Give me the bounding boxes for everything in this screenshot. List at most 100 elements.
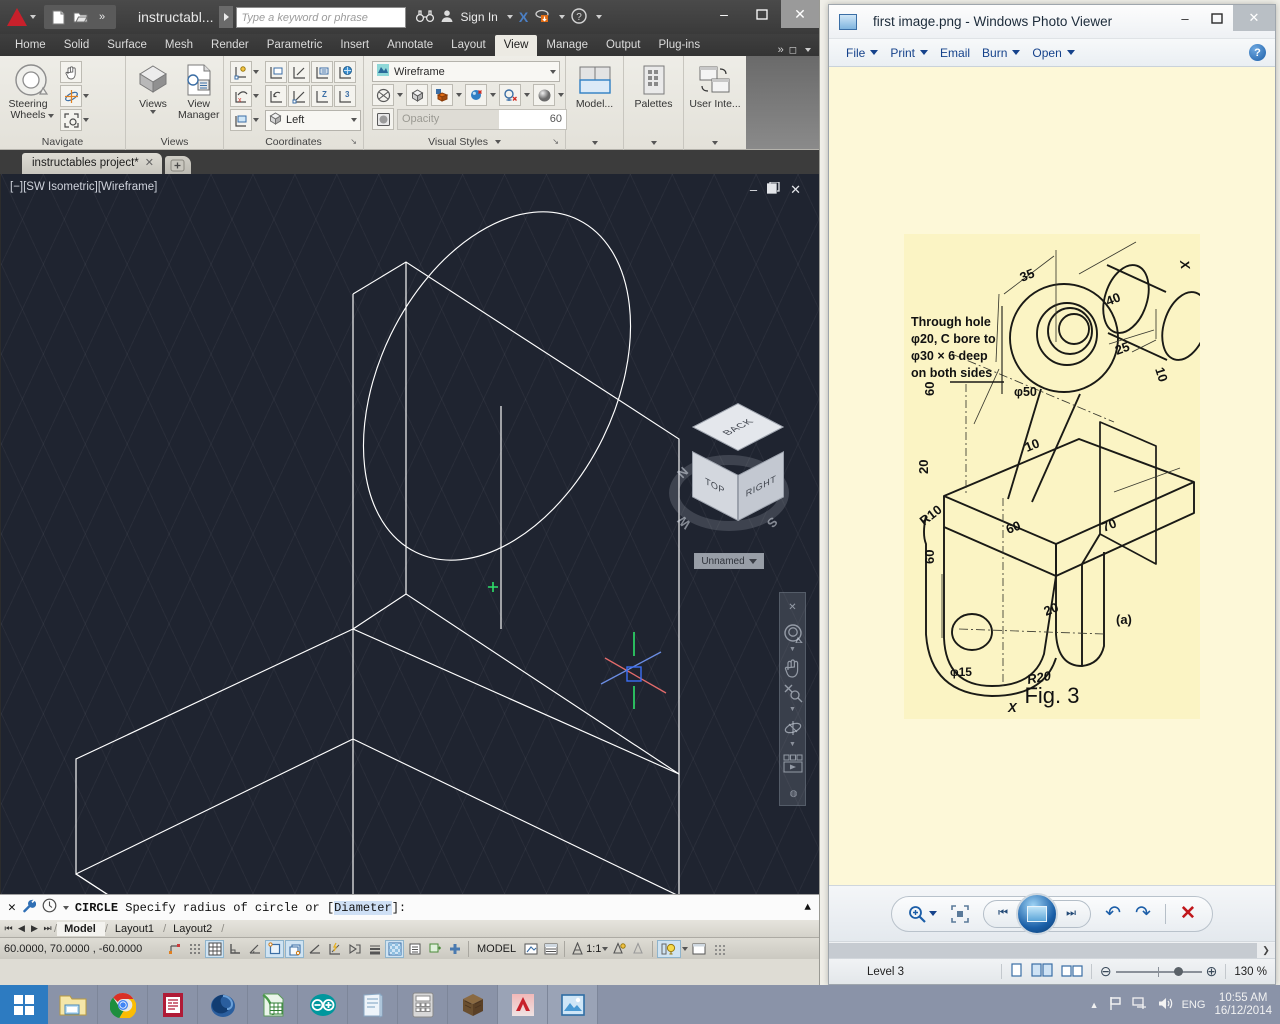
taskbar-arduino[interactable]	[298, 985, 348, 1024]
annotation-scale-value[interactable]: 1:1	[586, 943, 601, 955]
horizontal-scrollbar[interactable]: ❯	[829, 941, 1275, 958]
menu-email[interactable]: Email	[935, 43, 975, 63]
lineweight-icon[interactable]	[365, 940, 384, 958]
pan-icon[interactable]	[60, 61, 82, 83]
language-indicator[interactable]: ENG	[1182, 999, 1206, 1011]
compass-label-s[interactable]: S	[764, 514, 781, 531]
two-page-icon[interactable]	[1031, 963, 1053, 980]
zoom-caret-icon[interactable]	[929, 911, 937, 916]
user-interface-panel-caret-icon[interactable]	[712, 141, 718, 145]
add-scale-icon[interactable]	[445, 940, 464, 958]
chevron-down-icon[interactable]	[870, 50, 878, 55]
ucs-object-icon[interactable]	[334, 61, 356, 83]
start-button[interactable]	[0, 985, 48, 1024]
taskbar-chrome[interactable]	[98, 985, 148, 1024]
space-indicator[interactable]: MODEL	[477, 943, 516, 955]
next-layout-icon[interactable]: ▶	[28, 923, 41, 934]
palettes-panel-caret-icon[interactable]	[651, 141, 657, 145]
xray-caret-icon[interactable]	[397, 93, 403, 97]
command-expand-icon[interactable]: ▲	[804, 902, 811, 914]
light-caret-icon[interactable]	[524, 93, 530, 97]
object-snap-tracking-icon[interactable]	[305, 940, 324, 958]
annotation-scale-icon[interactable]	[569, 940, 585, 958]
network-icon[interactable]	[1132, 996, 1148, 1014]
coordinates-combo[interactable]: Left	[265, 110, 361, 131]
exchange-icon[interactable]: X	[519, 9, 528, 25]
annotation-visibility-icon[interactable]	[609, 940, 628, 958]
restore-button[interactable]	[743, 0, 781, 28]
orbit-caret-icon[interactable]: ▼	[789, 741, 796, 749]
visual-style-caret-icon[interactable]	[550, 70, 556, 74]
steering-wheels-caret-icon[interactable]	[48, 114, 54, 118]
search-binoculars-icon[interactable]	[416, 9, 434, 26]
ucs-display-caret-icon[interactable]	[253, 118, 259, 122]
menu-burn[interactable]: Burn	[977, 43, 1025, 63]
ucs-caret-icon[interactable]	[253, 70, 259, 74]
zoom-extents-icon[interactable]	[60, 109, 82, 131]
zoom-icon[interactable]	[908, 905, 937, 923]
auto-scale-icon[interactable]	[629, 940, 648, 958]
material-caret-icon[interactable]	[558, 93, 564, 97]
close-button[interactable]: ✕	[1233, 5, 1275, 31]
ribbon-tab-mesh[interactable]: Mesh	[156, 35, 202, 56]
opacity-slider[interactable]: Opacity 60	[397, 109, 567, 130]
close-button[interactable]: ✕	[781, 0, 819, 28]
coordinates-dialog-launcher-icon[interactable]: ↘	[350, 134, 357, 149]
taskbar-autocad[interactable]	[498, 985, 548, 1024]
ribbon-tab-plugins[interactable]: Plug-ins	[650, 35, 710, 56]
workspace-switch-icon[interactable]	[541, 940, 560, 958]
ucs-x-icon[interactable]: x	[230, 85, 252, 107]
grid-display-icon[interactable]	[205, 940, 224, 958]
visual-styles-panel-caret-icon[interactable]	[495, 140, 501, 144]
title-expand-button[interactable]	[219, 6, 233, 28]
ribbon-tab-annotate[interactable]: Annotate	[378, 35, 442, 56]
help-icon[interactable]: ?	[571, 8, 587, 27]
command-line[interactable]: ✕ CIRCLE Specify radius of circle or [Di…	[0, 894, 819, 920]
zoom-caret-icon[interactable]	[83, 118, 89, 122]
object-snap-icon[interactable]	[265, 940, 284, 958]
layout-tab-layout1[interactable]: Layout1	[108, 922, 163, 936]
ribbon-tab-solid[interactable]: Solid	[55, 35, 99, 56]
autodesk-360-icon[interactable]	[534, 8, 550, 26]
navbar-resize-icon[interactable]: ◍	[782, 782, 805, 805]
view-name-dropdown[interactable]: Unnamed	[694, 553, 764, 569]
ribbon-minimize-caret-icon[interactable]	[805, 48, 811, 52]
layout-tab-layout2[interactable]: Layout2	[166, 922, 221, 936]
view-cube[interactable]: N E S W BACK TOP RIGHT Unnamed	[664, 421, 794, 561]
orbit-icon[interactable]	[781, 716, 804, 739]
layout-tab-model[interactable]: Model	[57, 922, 105, 936]
wrench-icon[interactable]	[22, 899, 36, 917]
close-icon[interactable]: ✕	[145, 156, 154, 170]
palettes-button[interactable]: Palettes	[628, 61, 679, 110]
ribbon-tab-layout[interactable]: Layout	[442, 35, 495, 56]
viewport-close-button[interactable]: ✕	[790, 182, 801, 198]
dynamic-input-icon[interactable]	[345, 940, 364, 958]
file-tab-instructables-project[interactable]: instructables project* ✕	[22, 153, 162, 174]
taskbar-calculator[interactable]	[398, 985, 448, 1024]
photo-viewer-canvas[interactable]: 35 40 25 10 φ50 10 60 20 R10 60 60 70 20…	[829, 67, 1275, 885]
chevron-down-icon[interactable]	[749, 559, 757, 564]
customization-icon[interactable]	[709, 940, 728, 958]
view-manager-button[interactable]: View Manager	[178, 61, 219, 121]
edge-color-icon[interactable]	[406, 84, 428, 106]
dynamic-ucs-icon[interactable]	[325, 940, 344, 958]
ribbon-minimize-icon[interactable]: ◻	[789, 45, 797, 56]
action-center-flag-icon[interactable]	[1108, 996, 1123, 1014]
new-file-tab-button[interactable]	[165, 156, 191, 174]
slideshow-play-icon[interactable]	[1016, 893, 1058, 935]
steering-wheel-caret-icon[interactable]: ▼	[789, 646, 796, 654]
opacity-toggle-icon[interactable]	[372, 108, 394, 130]
polar-tracking-icon[interactable]	[245, 940, 264, 958]
restore-button[interactable]	[1201, 5, 1233, 31]
ribbon-overflow-icon[interactable]: »	[778, 44, 784, 56]
actual-size-icon[interactable]	[951, 905, 969, 923]
sign-in-caret-icon[interactable]	[507, 15, 513, 19]
qat-more-icon[interactable]: »	[92, 7, 112, 27]
coordinates-readout[interactable]: 60.0000, 70.0000 , -60.0000	[4, 943, 164, 955]
close-icon[interactable]: ✕	[8, 900, 16, 915]
viewport-minimize-button[interactable]: –	[750, 182, 757, 198]
ribbon-tab-home[interactable]: Home	[6, 35, 55, 56]
prev-layout-icon[interactable]: ◀	[15, 923, 28, 934]
user-icon[interactable]	[440, 9, 454, 26]
minimize-button[interactable]: –	[1169, 5, 1201, 31]
